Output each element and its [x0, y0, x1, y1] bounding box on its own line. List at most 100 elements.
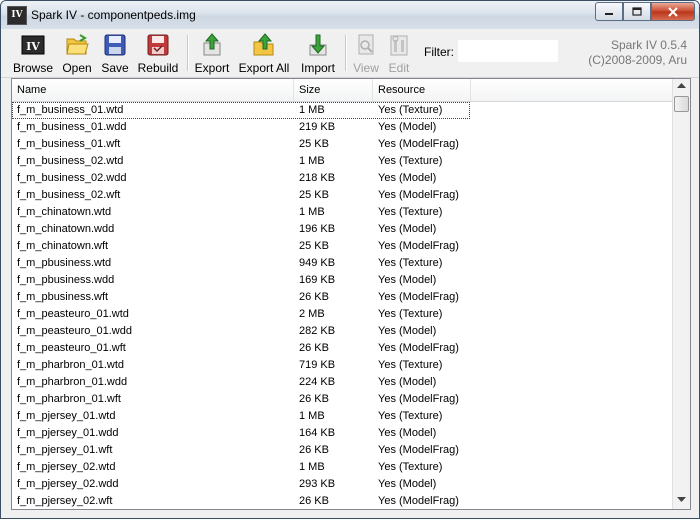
vertical-scrollbar[interactable]	[672, 79, 690, 509]
file-name-cell: f_m_business_01.wft	[17, 138, 121, 150]
resource-type-cell: Yes (Texture)	[378, 461, 443, 473]
app-icon[interactable]: IV	[7, 6, 27, 25]
file-size-cell: 2 MB	[299, 308, 325, 320]
maximize-button[interactable]	[623, 2, 651, 21]
edit-tools-icon	[387, 33, 411, 57]
scroll-up-button[interactable]	[673, 79, 690, 95]
file-name-cell: f_m_business_01.wdd	[17, 121, 127, 133]
view-label: View	[353, 61, 379, 75]
file-name-cell: f_m_pbusiness.wtd	[17, 257, 112, 269]
column-header-resource[interactable]: Resource	[373, 79, 471, 101]
resource-type-cell: Yes (Model)	[378, 121, 437, 133]
file-size-cell: 1 MB	[299, 206, 325, 218]
arrow-up-icon	[677, 83, 686, 88]
list-row[interactable]: f_m_business_02.wft 25 KB Yes (ModelFrag)	[12, 187, 673, 204]
list-row[interactable]: f_m_chinatown.wft 25 KB Yes (ModelFrag)	[12, 238, 673, 255]
list-row[interactable]: f_m_business_02.wdd 218 KB Yes (Model)	[12, 170, 673, 187]
save-button[interactable]: Save	[99, 31, 131, 75]
list-row[interactable]: f_m_business_01.wtd 1 MB Yes (Texture)	[12, 102, 470, 119]
list-row[interactable]: f_m_pbusiness.wft 26 KB Yes (ModelFrag)	[12, 289, 673, 306]
title-bar[interactable]: IV Spark IV - componentpeds.img	[1, 1, 699, 29]
file-size-cell: 25 KB	[299, 138, 329, 150]
file-list[interactable]: Name Size Resource f_m_business_01.wtd 1 …	[11, 78, 691, 510]
list-row[interactable]: f_m_pbusiness.wtd 949 KB Yes (Texture)	[12, 255, 673, 272]
copyright-label: (C)2008-2009, Aru	[588, 53, 687, 67]
list-row[interactable]: f_m_peasteuro_01.wtd 2 MB Yes (Texture)	[12, 306, 673, 323]
list-row[interactable]: f_m_pjersey_02.wtd 1 MB Yes (Texture)	[12, 459, 673, 476]
resource-type-cell: Yes (ModelFrag)	[378, 240, 459, 252]
spark-iv-icon: IV	[21, 33, 45, 57]
resource-type-cell: Yes (Texture)	[378, 257, 443, 269]
file-size-cell: 26 KB	[299, 444, 329, 456]
toolbar-separator	[345, 35, 347, 71]
file-size-cell: 26 KB	[299, 393, 329, 405]
minimize-button[interactable]	[595, 2, 623, 21]
list-row[interactable]: f_m_chinatown.wtd 1 MB Yes (Texture)	[12, 204, 673, 221]
list-row[interactable]: f_m_pharbron_01.wft 26 KB Yes (ModelFrag)	[12, 391, 673, 408]
list-row[interactable]: f_m_business_01.wft 25 KB Yes (ModelFrag)	[12, 136, 673, 153]
version-label: Spark IV 0.5.4	[610, 38, 687, 52]
list-row[interactable]: f_m_business_02.wtd 1 MB Yes (Texture)	[12, 153, 673, 170]
resource-type-cell: Yes (Texture)	[378, 359, 443, 371]
svg-text:IV: IV	[26, 40, 40, 53]
list-row[interactable]: f_m_pjersey_01.wtd 1 MB Yes (Texture)	[12, 408, 673, 425]
resource-type-cell: Yes (ModelFrag)	[378, 444, 459, 456]
file-name-cell: f_m_chinatown.wft	[17, 240, 109, 252]
list-row[interactable]: f_m_pharbron_01.wdd 224 KB Yes (Model)	[12, 374, 673, 391]
resource-type-cell: Yes (Model)	[378, 172, 437, 184]
browse-label: Browse	[12, 61, 53, 75]
list-rows: f_m_business_01.wtd 1 MB Yes (Texture) f_m_…	[12, 102, 673, 509]
file-name-cell: f_m_pharbron_01.wtd	[17, 359, 125, 371]
resource-type-cell: Yes (Texture)	[378, 155, 443, 167]
list-row[interactable]: f_m_pjersey_02.wft 26 KB Yes (ModelFrag)	[12, 493, 673, 509]
file-size-cell: 1 MB	[299, 461, 325, 473]
column-header-size[interactable]: Size	[294, 79, 373, 101]
export-label: Export	[194, 61, 230, 75]
file-name-cell: f_m_pjersey_02.wdd	[17, 478, 119, 490]
view-document-icon	[354, 33, 378, 57]
version-info: Spark IV 0.5.4 (C)2008-2009, Aru	[588, 38, 687, 68]
file-name-cell: f_m_pjersey_02.wft	[17, 495, 113, 507]
scroll-thumb[interactable]	[674, 96, 689, 112]
file-name-cell: f_m_business_02.wtd	[17, 155, 124, 167]
list-row[interactable]: f_m_business_01.wdd 219 KB Yes (Model)	[12, 119, 673, 136]
list-row[interactable]: f_m_pjersey_01.wft 26 KB Yes (ModelFrag)	[12, 442, 673, 459]
browse-button[interactable]: IV Browse	[11, 31, 55, 75]
import-button[interactable]: Import	[297, 31, 339, 75]
resource-type-cell: Yes (Texture)	[378, 410, 443, 422]
rebuild-button[interactable]: Rebuild	[135, 31, 181, 75]
import-icon	[306, 33, 330, 57]
resource-type-cell: Yes (Texture)	[378, 104, 443, 116]
file-size-cell: 164 KB	[299, 427, 336, 439]
list-row[interactable]: f_m_peasteuro_01.wft 26 KB Yes (ModelFrag)	[12, 340, 673, 357]
export-button[interactable]: Export	[193, 31, 231, 75]
file-size-cell: 282 KB	[299, 325, 336, 337]
list-row[interactable]: f_m_pharbron_01.wtd 719 KB Yes (Texture)	[12, 357, 673, 374]
scroll-down-button[interactable]	[673, 493, 690, 509]
file-name-cell: f_m_peasteuro_01.wdd	[17, 325, 132, 337]
file-name-cell: f_m_peasteuro_01.wtd	[17, 308, 129, 320]
edit-button[interactable]: Edit	[385, 31, 413, 75]
file-name-cell: f_m_pjersey_02.wtd	[17, 461, 116, 473]
arrow-down-icon	[677, 497, 686, 502]
list-row[interactable]: f_m_pjersey_02.wdd 293 KB Yes (Model)	[12, 476, 673, 493]
list-row[interactable]: f_m_chinatown.wdd 196 KB Yes (Model)	[12, 221, 673, 238]
export-all-icon	[252, 33, 276, 57]
list-row[interactable]: f_m_pjersey_01.wdd 164 KB Yes (Model)	[12, 425, 673, 442]
file-size-cell: 26 KB	[299, 342, 329, 354]
list-row[interactable]: f_m_pbusiness.wdd 169 KB Yes (Model)	[12, 272, 673, 289]
file-name-cell: f_m_pharbron_01.wft	[17, 393, 121, 405]
open-button[interactable]: Open	[59, 31, 95, 75]
close-button[interactable]	[651, 2, 695, 21]
list-row[interactable]: f_m_peasteuro_01.wdd 282 KB Yes (Model)	[12, 323, 673, 340]
export-all-button[interactable]: Export All	[237, 31, 291, 75]
file-size-cell: 169 KB	[299, 274, 336, 286]
file-size-cell: 224 KB	[299, 376, 336, 388]
window-controls	[595, 2, 695, 21]
file-name-cell: f_m_peasteuro_01.wft	[17, 342, 126, 354]
filter-input[interactable]	[458, 40, 558, 62]
view-button[interactable]: View	[351, 31, 381, 75]
file-size-cell: 26 KB	[299, 495, 329, 507]
app-window: IV Spark IV - componentpeds.img IV Brows…	[0, 0, 700, 519]
column-header-name[interactable]: Name	[12, 79, 294, 101]
